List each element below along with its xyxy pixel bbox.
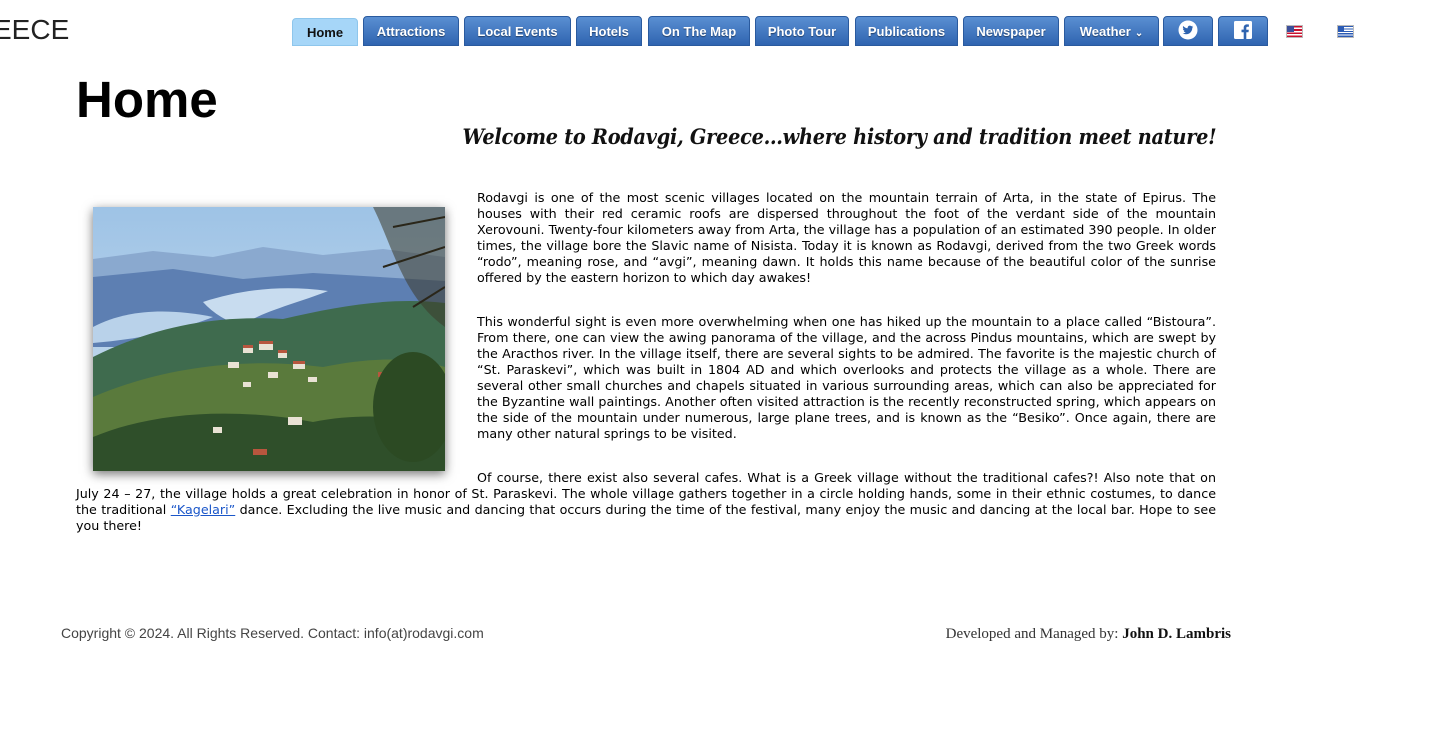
nav-local-events[interactable]: Local Events — [464, 16, 571, 46]
kagelari-link[interactable]: “Kagelari” — [171, 502, 236, 517]
photo-spacer — [76, 190, 477, 486]
us-flag-icon[interactable] — [1286, 25, 1303, 38]
greek-flag-icon[interactable] — [1337, 25, 1354, 38]
site-name[interactable]: EECE — [0, 14, 69, 46]
nav-weather[interactable]: Weather ⌄ — [1064, 16, 1159, 46]
footer-copyright: Copyright © 2024. All Rights Reserved. C… — [61, 625, 484, 641]
developed-label: Developed and Managed by: — [945, 626, 1119, 642]
welcome-tagline: Welcome to Rodavgi, Greece…where history… — [462, 124, 1216, 149]
nav-weather-label: Weather — [1079, 23, 1131, 39]
nav-on-the-map[interactable]: On The Map — [648, 16, 750, 46]
chevron-down-icon: ⌄ — [1134, 27, 1144, 39]
nav-hotels[interactable]: Hotels — [576, 16, 642, 46]
article-body: Rodavgi is one of the most scenic villag… — [76, 190, 1216, 562]
nav-publications[interactable]: Publications — [855, 16, 958, 46]
twitter-button[interactable] — [1163, 16, 1213, 46]
nav-photo-tour[interactable]: Photo Tour — [755, 16, 849, 46]
facebook-icon — [1234, 20, 1252, 42]
facebook-button[interactable] — [1218, 16, 1268, 46]
footer-credits: Developed and Managed by: John D. Lambri… — [946, 626, 1231, 643]
nav-home[interactable]: Home — [292, 18, 358, 46]
nav-attractions[interactable]: Attractions — [363, 16, 459, 46]
page-title: Home — [76, 71, 218, 128]
developer-name: John D. Lambris — [1122, 626, 1231, 642]
paragraph-festival-end: dance. Excluding the live music and danc… — [76, 502, 1216, 533]
nav-newspaper[interactable]: Newspaper — [963, 16, 1059, 46]
twitter-icon — [1178, 20, 1198, 43]
